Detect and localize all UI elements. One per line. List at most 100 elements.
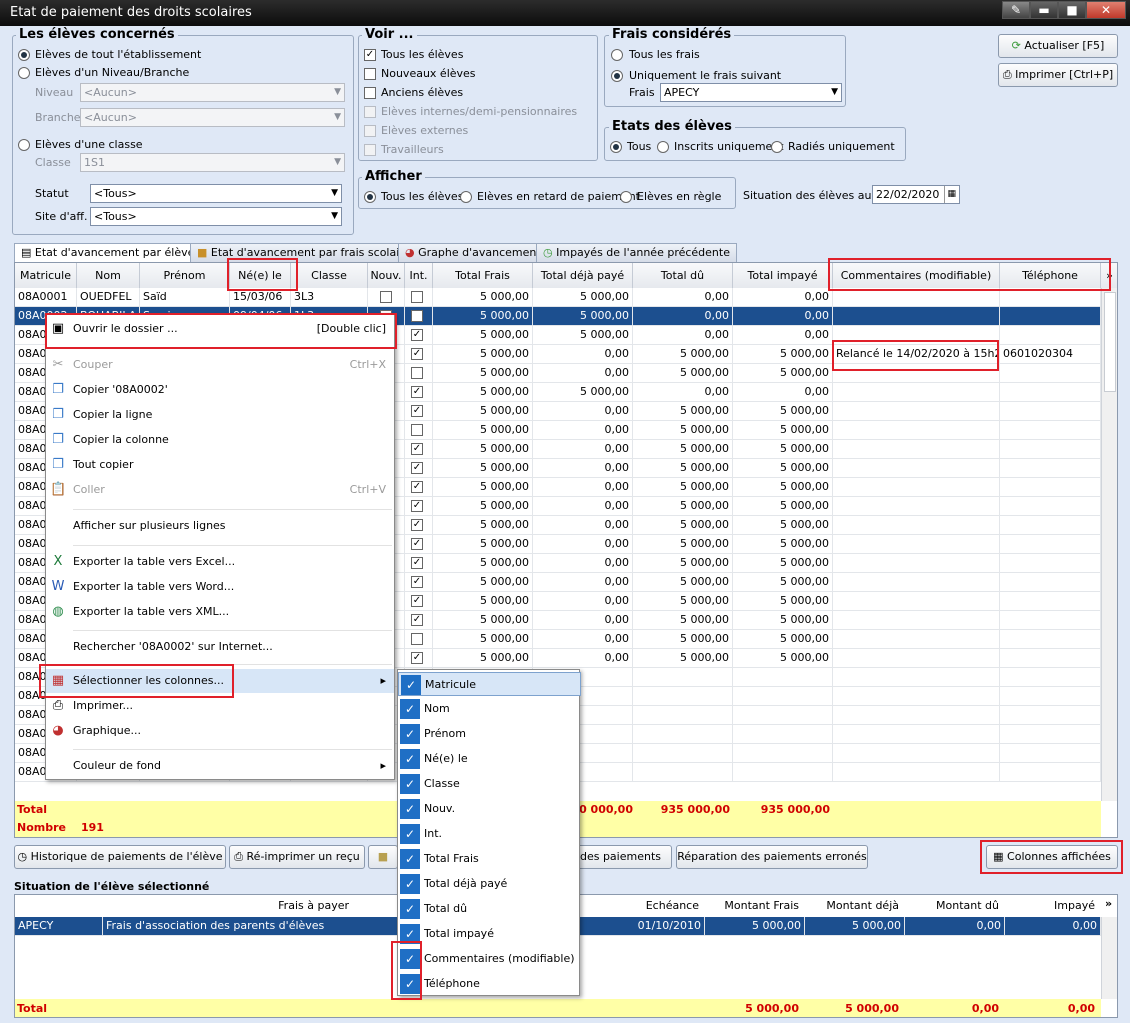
column-header[interactable]: Nouv. [368, 263, 405, 288]
table-checkbox[interactable] [380, 291, 392, 303]
radio-classe[interactable] [18, 139, 30, 151]
column-header[interactable]: Int. [405, 263, 433, 288]
submenu-column-item[interactable]: ✓ Téléphone [398, 972, 581, 996]
table-checkbox-cell[interactable]: ✓ [405, 497, 433, 516]
situation-date-input[interactable]: 22/02/2020 ▦ [872, 185, 960, 204]
maximize-button[interactable]: ■ [1058, 1, 1086, 19]
table-checkbox-cell[interactable]: ✓ [405, 516, 433, 535]
frais-select[interactable]: APECY ▼ [660, 83, 842, 102]
reprint-button[interactable]: ⎙ Ré-imprimer un reçu [229, 845, 365, 869]
refresh-button[interactable]: ⟳ Actualiser [F5] [998, 34, 1118, 58]
table-checkbox-cell[interactable] [405, 364, 433, 383]
table-checkbox-cell[interactable]: ✓ [405, 459, 433, 478]
table-checkbox-cell[interactable]: ✓ [405, 402, 433, 421]
expand-icon[interactable]: » [1105, 897, 1112, 910]
context-menu-item[interactable]: ❐ Copier '08A0002' [46, 378, 394, 402]
table-checkbox[interactable]: ✓ [411, 614, 423, 626]
situation-scrollbar[interactable] [1101, 917, 1117, 999]
table-checkbox[interactable]: ✓ [411, 348, 423, 360]
table-checkbox-cell[interactable]: ✓ [405, 307, 433, 326]
context-menu-item[interactable]: ❐ Tout copier [46, 453, 394, 477]
context-menu-item[interactable]: Couleur de fond ▸ [46, 754, 394, 778]
submenu-column-item[interactable]: ✓ Total déjà payé [398, 872, 581, 896]
table-checkbox-cell[interactable]: ✓ [405, 345, 433, 364]
submenu-column-item[interactable]: ✓ Total Frais [398, 847, 581, 871]
table-checkbox[interactable]: ✓ [411, 595, 423, 607]
table-checkbox-cell[interactable] [405, 630, 433, 649]
submenu-column-item[interactable]: ✓ Total dû [398, 897, 581, 921]
table-checkbox[interactable]: ✓ [411, 462, 423, 474]
statut-select[interactable]: <Tous> ▼ [90, 184, 342, 203]
column-header[interactable]: Total déjà payé [533, 263, 633, 288]
tab-avancement-eleve[interactable]: ▤ Etat d'avancement par élève [14, 243, 202, 263]
site-select[interactable]: <Tous> ▼ [90, 207, 342, 226]
table-checkbox[interactable]: ✓ [411, 405, 423, 417]
table-checkbox-cell[interactable]: ✓ [405, 383, 433, 402]
submenu-column-item[interactable]: ✓ Classe [398, 772, 581, 796]
table-checkbox[interactable]: ✓ [411, 519, 423, 531]
submenu-column-item[interactable]: ✓ Né(e) le [398, 747, 581, 771]
tab-avancement-frais[interactable]: ■ Etat d'avancement par frais scolaire [190, 243, 418, 262]
table-checkbox[interactable]: ✓ [411, 329, 423, 341]
context-menu-item[interactable]: W Exporter la table vers Word... [46, 575, 394, 599]
table-checkbox[interactable] [411, 633, 423, 645]
table-checkbox-cell[interactable]: ✓ [405, 611, 433, 630]
table-checkbox[interactable] [411, 291, 423, 303]
table-checkbox[interactable]: ✓ [411, 652, 423, 664]
classe-select[interactable]: 1S1 ▼ [80, 153, 345, 172]
column-header[interactable]: Nom [77, 263, 140, 288]
submenu-column-item[interactable]: ✓ Matricule [398, 672, 581, 696]
submenu-column-item[interactable]: ✓ Nom [398, 697, 581, 721]
table-checkbox-cell[interactable]: ✓ [405, 326, 433, 345]
table-checkbox-cell[interactable]: ✓ [405, 573, 433, 592]
context-menu-item[interactable]: ❐ Copier la colonne [46, 428, 394, 452]
context-menu-item[interactable]: X Exporter la table vers Excel... [46, 550, 394, 574]
radio-etat-tous[interactable] [610, 141, 622, 153]
table-checkbox-cell[interactable]: ✓ [405, 592, 433, 611]
table-checkbox[interactable]: ✓ [411, 310, 423, 322]
checkbox-tous[interactable]: ✓ [364, 49, 376, 61]
checkbox-nouveaux[interactable] [364, 68, 376, 80]
context-menu-item[interactable]: ❐ Copier la ligne [46, 403, 394, 427]
table-checkbox[interactable]: ✓ [411, 538, 423, 550]
table-checkbox[interactable]: ✓ [411, 386, 423, 398]
table-checkbox[interactable]: ✓ [411, 443, 423, 455]
table-checkbox[interactable] [411, 367, 423, 379]
history-button[interactable]: ◷ Historique de paiements de l'élève [14, 845, 226, 869]
column-header[interactable]: Matricule [15, 263, 77, 288]
close-button[interactable]: ✕ [1086, 1, 1126, 19]
table-checkbox-cell[interactable]: ✓ [405, 554, 433, 573]
column-header[interactable]: Classe [291, 263, 368, 288]
print-button[interactable]: ⎙ Imprimer [Ctrl+P] [998, 63, 1118, 87]
table-checkbox[interactable]: ✓ [411, 576, 423, 588]
column-header[interactable]: Total impayé [733, 263, 833, 288]
radio-frais-suivant[interactable] [611, 70, 623, 82]
submenu-column-item[interactable]: ✓ Int. [398, 822, 581, 846]
table-checkbox-cell[interactable] [368, 288, 405, 307]
radio-afficher-tous[interactable] [364, 191, 376, 203]
context-menu-item[interactable]: ◍ Exporter la table vers XML... [46, 600, 394, 624]
minimize-button[interactable]: ▬ [1030, 1, 1058, 19]
tab-graphe[interactable]: ◕ Graphe d'avancement [398, 243, 548, 262]
checkbox-internes[interactable] [364, 106, 376, 118]
column-header[interactable]: Total dû [633, 263, 733, 288]
table-checkbox[interactable]: ✓ [411, 481, 423, 493]
repair-button[interactable]: Réparation des paiements erronés [676, 845, 868, 869]
radio-afficher-regle[interactable] [620, 191, 632, 203]
niveau-select[interactable]: <Aucun> ▼ [80, 83, 345, 102]
table-checkbox[interactable]: ✓ [411, 557, 423, 569]
column-header[interactable]: Total Frais [433, 263, 533, 288]
context-menu-item[interactable]: Rechercher '08A0002' sur Internet... [46, 635, 394, 659]
table-checkbox[interactable] [411, 424, 423, 436]
column-header[interactable]: Prénom [140, 263, 230, 288]
envelope-button[interactable]: ■ [368, 845, 398, 869]
context-menu-item[interactable]: ◕ Graphique... [46, 719, 394, 743]
radio-tous-frais[interactable] [611, 49, 623, 61]
scroll-thumb[interactable] [1104, 292, 1116, 392]
checkbox-anciens[interactable] [364, 87, 376, 99]
submenu-column-item[interactable]: ✓ Commentaires (modifiable) [398, 947, 581, 971]
brush-icon[interactable]: ✎ [1002, 1, 1030, 19]
checkbox-travailleurs[interactable] [364, 144, 376, 156]
radio-etat-radies[interactable] [771, 141, 783, 153]
submenu-column-item[interactable]: ✓ Prénom [398, 722, 581, 746]
